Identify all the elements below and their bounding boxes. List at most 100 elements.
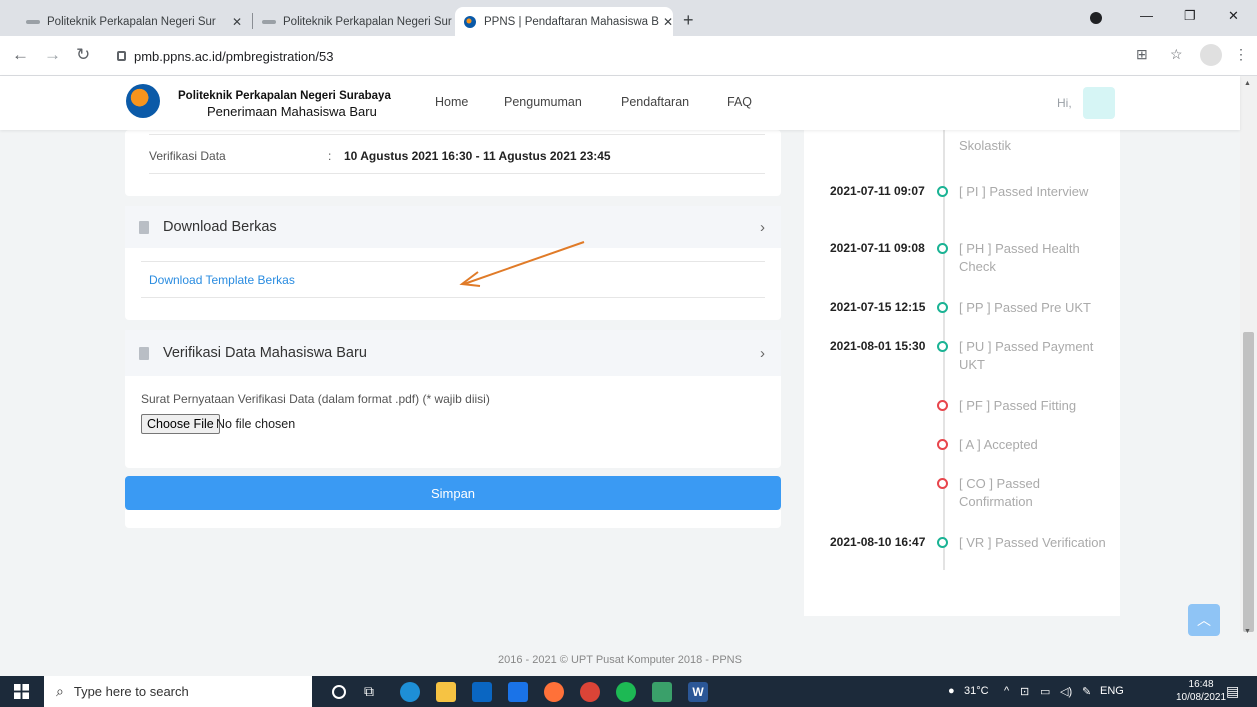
- chevron-right-icon: ›: [760, 344, 765, 362]
- brand-name: Politeknik Perkapalan Negeri Surabaya: [178, 90, 391, 102]
- document-icon: [139, 346, 149, 360]
- browser-menu-icon[interactable]: ⋮: [1234, 46, 1248, 63]
- site-header: Politeknik Perkapalan Negeri Surabaya Pe…: [0, 76, 1240, 130]
- timeline-status-dot: [937, 341, 948, 352]
- profile-avatar-icon[interactable]: [1200, 44, 1222, 66]
- app-icon[interactable]: [652, 682, 672, 702]
- task-view-icon[interactable]: ⧉: [364, 683, 384, 703]
- nav-pengumuman[interactable]: Pengumuman: [504, 95, 582, 109]
- schedule-separator: :: [328, 149, 332, 163]
- schedule-card: Verifikasi Data : 10 Agustus 2021 16:30 …: [125, 130, 781, 196]
- taskbar-clock[interactable]: 16:48 10/08/2021: [1176, 678, 1226, 704]
- spotify-icon[interactable]: [616, 682, 636, 702]
- close-tab-icon[interactable]: ✕: [452, 15, 454, 29]
- timeline-status-dot: [937, 478, 948, 489]
- windows-start-icon[interactable]: [14, 684, 29, 699]
- timeline-status-text: [ PU ] Passed Payment UKT: [959, 339, 1094, 372]
- document-icon: [139, 220, 149, 234]
- weather-text[interactable]: 31°C: [964, 685, 989, 697]
- timeline-status-text: [ PH ] Passed Health Check: [959, 241, 1080, 274]
- browser-tab-strip: Politeknik Perkapalan Negeri Sur ✕ Polit…: [0, 0, 1257, 36]
- language-indicator[interactable]: ENG: [1100, 685, 1124, 697]
- restore-button[interactable]: ❐: [1184, 8, 1196, 24]
- timeline-date: 2021-07-11 09:08: [830, 241, 925, 255]
- reload-icon[interactable]: ↻: [76, 45, 90, 65]
- timeline-date: 2021-07-15 12:15: [830, 300, 926, 314]
- divider: [141, 297, 765, 298]
- browser-tab[interactable]: Politeknik Perkapalan Negeri Sur ✕: [18, 7, 250, 36]
- taskbar-search[interactable]: ⌕ Type here to search: [44, 676, 312, 707]
- divider: [149, 173, 765, 174]
- ppns-favicon-icon: [464, 15, 476, 28]
- url-text: pmb.ppns.ac.id/pmbregistration/53: [134, 48, 334, 64]
- download-template-link[interactable]: Download Template Berkas: [149, 273, 295, 287]
- verification-card-header[interactable]: Verifikasi Data Mahasiswa Baru ›: [125, 330, 781, 376]
- scroll-to-top-button[interactable]: ︿: [1188, 604, 1220, 636]
- file-field-label: Surat Pernyataan Verifikasi Data (dalam …: [141, 392, 490, 406]
- scroll-down-arrow-icon[interactable]: ▼: [1244, 628, 1251, 635]
- user-avatar[interactable]: [1083, 87, 1115, 119]
- timeline-status-text: [ PF ] Passed Fitting: [959, 398, 1077, 413]
- choose-file-button[interactable]: Choose File: [141, 414, 220, 434]
- form-footer: [125, 510, 781, 528]
- file-explorer-icon[interactable]: [436, 682, 456, 702]
- scrollbar-thumb[interactable]: [1243, 332, 1254, 632]
- site-favicon-icon: [26, 19, 40, 24]
- annotation-arrow-icon: [459, 241, 585, 287]
- cortana-icon[interactable]: [332, 685, 346, 699]
- address-bar[interactable]: pmb.ppns.ac.id/pmbregistration/53: [107, 42, 1127, 70]
- timeline-status-text: [ PP ] Passed Pre UKT: [959, 300, 1091, 315]
- media-record-icon[interactable]: [1090, 12, 1102, 24]
- volume-icon[interactable]: ◁): [1060, 685, 1072, 698]
- timeline-status-text: [ VR ] Passed Verification: [959, 535, 1106, 550]
- timeline-status-dot: [937, 439, 948, 450]
- ppns-logo[interactable]: [126, 84, 160, 118]
- brand-subtitle: Penerimaan Mahasiswa Baru: [207, 104, 377, 119]
- nav-faq[interactable]: FAQ: [727, 95, 752, 109]
- scroll-up-arrow-icon[interactable]: ▲: [1244, 80, 1251, 87]
- pen-icon[interactable]: ✎: [1082, 685, 1091, 698]
- weather-icon[interactable]: ●: [948, 685, 955, 697]
- back-arrow-icon[interactable]: ←: [12, 45, 29, 65]
- tray-chevron-icon[interactable]: ^: [1004, 685, 1009, 697]
- simpan-button[interactable]: Simpan: [125, 476, 781, 510]
- bookmark-star-icon[interactable]: ☆: [1170, 46, 1183, 63]
- network-icon[interactable]: ⊡: [1020, 685, 1029, 698]
- battery-icon[interactable]: ▭: [1040, 685, 1050, 698]
- browser-tab[interactable]: Politeknik Perkapalan Negeri Sur ✕: [254, 7, 454, 36]
- close-tab-icon[interactable]: ✕: [659, 15, 673, 29]
- nav-pendaftaran[interactable]: Pendaftaran: [621, 95, 689, 109]
- close-window-button[interactable]: ✕: [1228, 8, 1239, 24]
- timeline-status-dot: [937, 400, 948, 411]
- timeline-status-dot: [937, 186, 948, 197]
- verification-title: Verifikasi Data Mahasiswa Baru: [163, 345, 367, 361]
- translate-icon[interactable]: ⊞: [1136, 46, 1148, 63]
- timeline-status-text: [ PI ] Passed Interview: [959, 184, 1089, 199]
- schedule-value: 10 Agustus 2021 16:30 - 11 Agustus 2021 …: [344, 149, 611, 163]
- word-icon[interactable]: W: [688, 682, 708, 702]
- close-tab-icon[interactable]: ✕: [228, 15, 242, 29]
- nav-home[interactable]: Home: [435, 95, 468, 109]
- mail-icon[interactable]: [508, 682, 528, 702]
- tab-title: Politeknik Perkapalan Negeri Sur: [47, 15, 216, 28]
- file-status: No file chosen: [216, 417, 296, 431]
- timeline-date: 2021-07-11 09:07: [830, 184, 925, 198]
- site-favicon-icon: [262, 19, 276, 24]
- store-icon[interactable]: [472, 682, 492, 702]
- forward-arrow-icon[interactable]: →: [44, 45, 61, 65]
- timeline-status-dot: [937, 537, 948, 548]
- chrome-icon[interactable]: [580, 682, 600, 702]
- edge-icon[interactable]: [400, 682, 420, 702]
- chevron-right-icon: ›: [760, 218, 765, 236]
- notifications-icon[interactable]: ▤: [1226, 683, 1239, 700]
- new-tab-button[interactable]: +: [683, 10, 694, 31]
- windows-taskbar: ⌕ Type here to search ⧉ W ● 31°C ^ ⊡ ▭ ◁…: [0, 676, 1257, 707]
- clock-date: 10/08/2021: [1176, 692, 1227, 703]
- lock-icon: [117, 51, 126, 61]
- minimize-button[interactable]: —: [1140, 8, 1153, 23]
- firefox-icon[interactable]: [544, 682, 564, 702]
- timeline-status-dot: [937, 243, 948, 254]
- browser-tab-active[interactable]: PPNS | Pendaftaran Mahasiswa B ✕: [455, 7, 673, 36]
- divider: [149, 134, 765, 135]
- timeline-status-text: [ CO ] Passed Confirmation: [959, 476, 1040, 509]
